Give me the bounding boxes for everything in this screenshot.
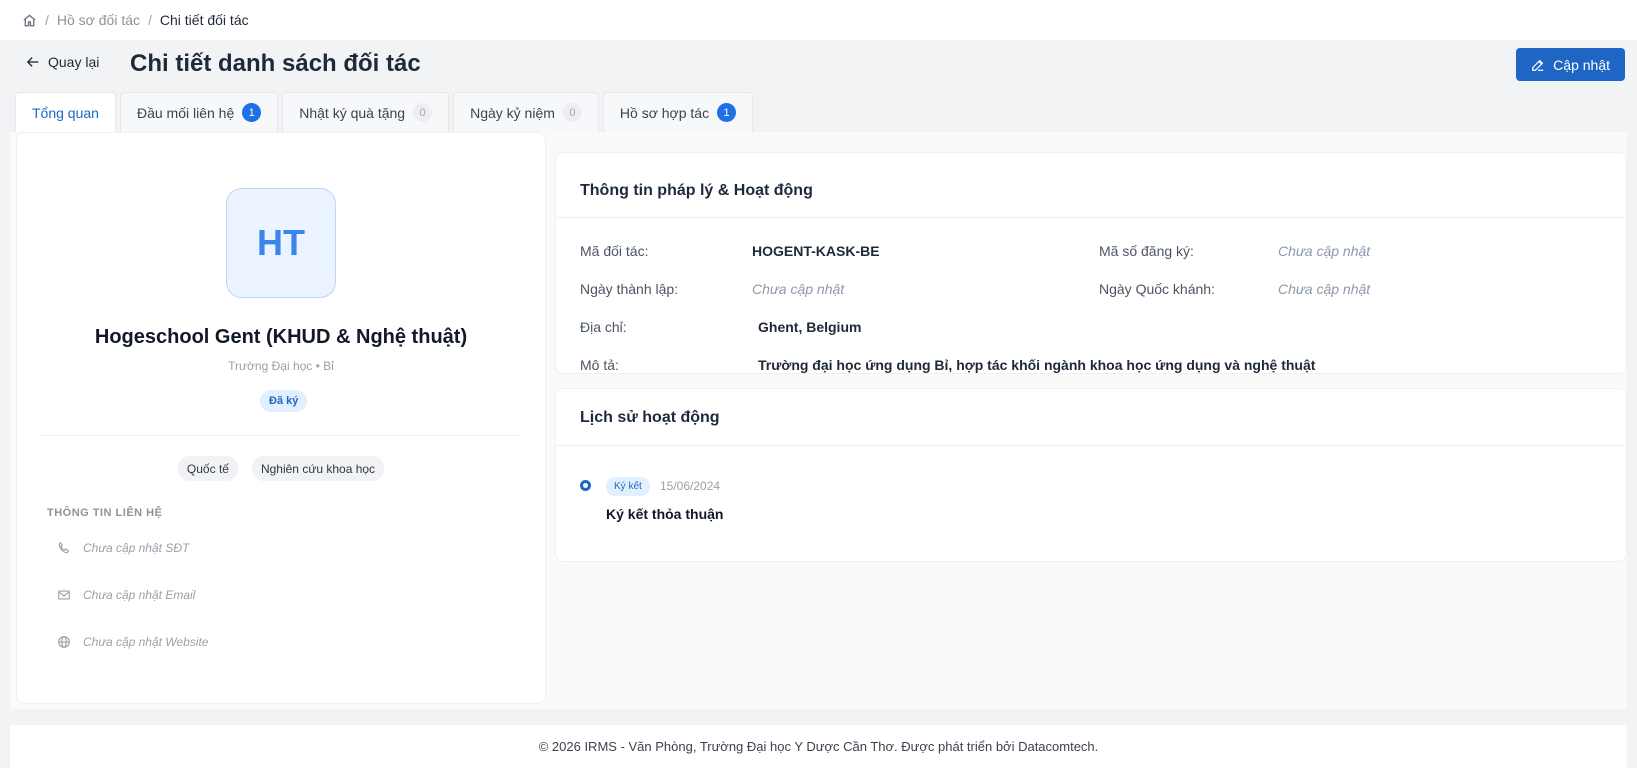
divider [556, 445, 1626, 446]
partner-subtitle: Trường Đại học • Bỉ [228, 359, 334, 373]
mail-icon [58, 590, 70, 600]
tab-label: Nhật ký quà tặng [299, 104, 406, 121]
back-button[interactable]: Quay lại [26, 54, 99, 70]
activity-title: Ký kết thỏa thuận [606, 506, 724, 522]
tab-count-badge: 1 [242, 103, 262, 122]
tab-cooperation-files[interactable]: Hồ sơ hợp tác 1 [602, 92, 754, 132]
tab-count-badge: 0 [413, 103, 433, 122]
tab-contacts[interactable]: Đầu mối liên hệ 1 [119, 92, 279, 132]
tag-list: Quốc tế Nghiên cứu khoa học [17, 456, 545, 481]
partner-code-value: HOGENT-KASK-BE [752, 243, 880, 259]
update-button[interactable]: Cập nhật [1516, 48, 1625, 81]
history-card: Lịch sử hoạt động Ký kết 15/06/2024 Ký k… [555, 388, 1627, 562]
reg-no-value: Chưa cập nhật [1278, 243, 1371, 259]
founded-value: Chưa cập nhật [752, 281, 845, 297]
address-label: Địa chỉ: [580, 319, 627, 335]
breadcrumb: / Hồ sơ đối tác / Chi tiết đối tác [0, 0, 1637, 40]
description-label: Mô tả: [580, 357, 619, 373]
phone-icon [58, 541, 70, 554]
tag: Quốc tế [177, 456, 238, 481]
tab-label: Hồ sơ hợp tác [619, 104, 710, 121]
tab-bar: Tổng quan Đầu mối liên hệ 1 Nhật ký quà … [15, 92, 754, 132]
footer: © 2026 IRMS - Văn Phòng, Trường Đại học … [10, 725, 1627, 768]
address-value: Ghent, Belgium [758, 319, 862, 335]
status-badge: Đã ký [260, 390, 308, 412]
breadcrumb-separator: / [148, 12, 152, 28]
national-day-value: Chưa cập nhật [1278, 281, 1371, 297]
legal-info-title: Thông tin pháp lý & Hoạt động [580, 182, 813, 199]
page-header: Quay lại Chi tiết danh sách đối tác Cập … [0, 40, 1637, 90]
timeline-dot [580, 480, 591, 491]
arrow-left-icon [26, 57, 39, 67]
home-icon[interactable] [22, 13, 37, 28]
contact-phone-text: Chưa cập nhật SĐT [83, 541, 190, 555]
activity-type-badge: Ký kết [606, 477, 650, 496]
footer-text: © 2026 IRMS - Văn Phòng, Trường Đại học … [538, 739, 1099, 754]
reg-no-label: Mã số đăng ký: [1099, 243, 1194, 259]
profile-card: HT Hogeschool Gent (KHUD & Nghệ thuật) T… [16, 132, 546, 704]
description-value: Trường đại học ứng dụng Bỉ, hợp tác khối… [758, 357, 1316, 373]
contact-section-label: THÔNG TIN LIÊN HỆ [47, 507, 163, 519]
breadcrumb-partners-link[interactable]: Hồ sơ đối tác [57, 12, 140, 28]
tag: Nghiên cứu khoa học [251, 456, 385, 481]
update-button-label: Cập nhật [1553, 56, 1610, 73]
tab-label: Đầu mối liên hệ [136, 104, 235, 121]
contact-email: Chưa cập nhật Email [57, 588, 195, 602]
breadcrumb-current: Chi tiết đối tác [159, 12, 249, 28]
partner-code-label: Mã đối tác: [580, 243, 649, 259]
tab-gift-log[interactable]: Nhật ký quà tặng 0 [282, 92, 450, 132]
tab-label: Tổng quan [32, 104, 99, 121]
national-day-label: Ngày Quốc khánh: [1099, 281, 1215, 297]
divider [556, 217, 1626, 218]
edit-icon [1532, 59, 1544, 71]
tab-content: HT Hogeschool Gent (KHUD & Nghệ thuật) T… [10, 132, 1627, 709]
page-title: Chi tiết danh sách đối tác [130, 50, 421, 77]
tab-count-badge: 0 [562, 103, 582, 122]
activity-date: 15/06/2024 [660, 479, 721, 493]
avatar: HT [226, 188, 336, 298]
tab-label: Ngày kỷ niệm [470, 104, 555, 121]
breadcrumb-separator: / [45, 12, 49, 28]
tab-anniversaries[interactable]: Ngày kỷ niệm 0 [453, 92, 599, 132]
partner-name: Hogeschool Gent (KHUD & Nghệ thuật) [94, 326, 468, 348]
contact-website: Chưa cập nhật Website [57, 635, 208, 649]
divider [41, 435, 521, 436]
contact-website-text: Chưa cập nhật Website [83, 635, 209, 649]
history-title: Lịch sử hoạt động [580, 409, 720, 426]
globe-icon [58, 636, 70, 648]
back-button-label: Quay lại [48, 54, 100, 70]
founded-label: Ngày thành lập: [580, 281, 679, 297]
tab-overview[interactable]: Tổng quan [15, 92, 116, 132]
tab-count-badge: 1 [717, 103, 737, 122]
legal-info-card: Thông tin pháp lý & Hoạt động Mã đối tác… [555, 152, 1627, 374]
contact-phone: Chưa cập nhật SĐT [57, 541, 189, 555]
contact-email-text: Chưa cập nhật Email [83, 588, 196, 602]
